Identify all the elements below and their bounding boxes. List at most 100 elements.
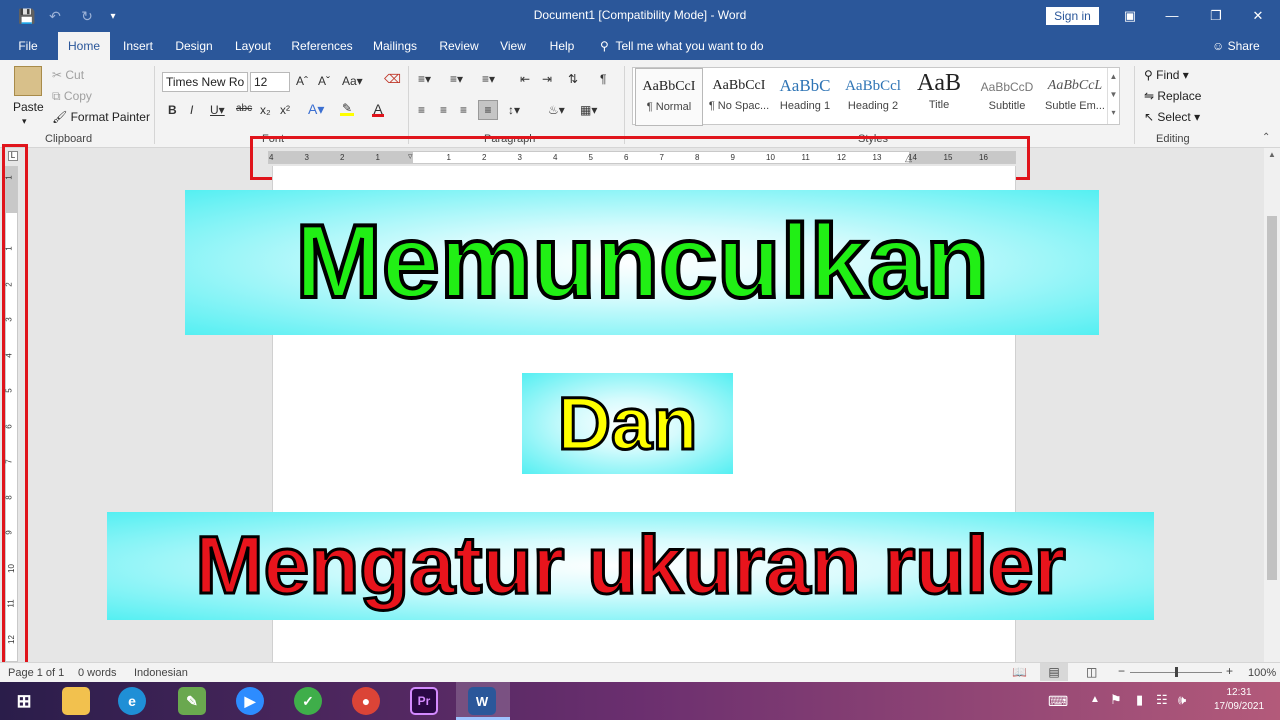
sign-in-button[interactable]: Sign in bbox=[1046, 7, 1099, 25]
page-count[interactable]: Page 1 of 1 bbox=[8, 667, 64, 679]
styles-scroll[interactable]: ▲ ▼ ▾ bbox=[1107, 68, 1119, 124]
italic-icon[interactable]: I bbox=[190, 103, 193, 117]
tab-mailings[interactable]: Mailings bbox=[366, 32, 424, 60]
tab-references[interactable]: References bbox=[286, 32, 358, 60]
vertical-scrollbar[interactable]: ▲ bbox=[1264, 148, 1280, 662]
zoom-in-icon[interactable]: + bbox=[1226, 664, 1233, 678]
format-painter-button[interactable]: 🖌 Format Painter bbox=[52, 110, 150, 124]
highlight-icon[interactable]: ✎ bbox=[340, 101, 354, 116]
chrome-icon[interactable]: ● bbox=[352, 687, 380, 715]
close-icon[interactable]: ✕ bbox=[1246, 6, 1270, 26]
style-heading-1[interactable]: AaBbC Heading 1 bbox=[771, 68, 839, 126]
style-no-spacing[interactable]: AaBbCcI ¶ No Spac... bbox=[705, 68, 773, 126]
keyboard-icon[interactable]: ⌨ bbox=[1048, 693, 1068, 710]
numbering-icon[interactable]: ≡▾ bbox=[450, 72, 463, 86]
superscript-icon[interactable]: x² bbox=[280, 103, 290, 117]
style-name: ¶ No Spac... bbox=[708, 100, 770, 112]
bullets-icon[interactable]: ≡▾ bbox=[418, 72, 431, 86]
edge-icon[interactable]: e bbox=[118, 687, 146, 715]
scroll-up-icon[interactable]: ▲ bbox=[1264, 150, 1280, 159]
align-right-icon[interactable]: ≡ bbox=[460, 103, 467, 117]
zoom-icon[interactable]: ▶ bbox=[236, 687, 264, 715]
clock[interactable]: 12:31 17/09/2021 bbox=[1204, 686, 1274, 714]
style-name: Title bbox=[928, 99, 950, 111]
decrease-indent-icon[interactable]: ⇤ bbox=[520, 72, 530, 86]
word-icon[interactable]: W bbox=[468, 687, 496, 715]
borders-icon[interactable]: ▦▾ bbox=[580, 103, 597, 117]
premiere-icon[interactable]: Pr bbox=[410, 687, 438, 715]
cut-button[interactable]: ✂ Cut bbox=[52, 68, 84, 82]
ribbon-display-icon[interactable]: ▣ bbox=[1118, 6, 1142, 26]
style-subtle-emphasis[interactable]: AaBbCcL Subtle Em... bbox=[1041, 68, 1109, 126]
language[interactable]: Indonesian bbox=[134, 667, 188, 679]
flag-icon[interactable]: ⚑ bbox=[1110, 692, 1122, 708]
windows-start-icon[interactable]: ⊞ bbox=[10, 687, 38, 715]
word-count[interactable]: 0 words bbox=[78, 667, 117, 679]
style-heading-2[interactable]: AaBbCcl Heading 2 bbox=[839, 68, 907, 126]
multilevel-list-icon[interactable]: ≡▾ bbox=[482, 72, 495, 86]
style-title[interactable]: AaB Title bbox=[905, 68, 973, 126]
shading-icon[interactable]: ♨▾ bbox=[548, 103, 565, 117]
style-preview: AaBbCcI bbox=[642, 79, 696, 94]
increase-indent-icon[interactable]: ⇥ bbox=[542, 72, 552, 86]
shrink-font-icon[interactable]: Aˇ bbox=[318, 74, 330, 88]
tab-help[interactable]: Help bbox=[540, 32, 584, 60]
bold-icon[interactable]: B bbox=[168, 103, 177, 117]
copy-button[interactable]: ⧉ Copy bbox=[52, 89, 92, 104]
tell-me-search[interactable]: ⚲ Tell me what you want to do bbox=[600, 39, 764, 53]
align-left-icon[interactable]: ≡ bbox=[418, 103, 425, 117]
battery-icon[interactable]: ▮ bbox=[1136, 692, 1143, 708]
pilcrow-icon[interactable]: ¶ bbox=[600, 72, 606, 86]
replace-button[interactable]: ⇋ Replace bbox=[1144, 89, 1201, 103]
style-preview: AaBbCcI bbox=[712, 78, 766, 93]
collapse-ribbon-icon[interactable]: ⌃ bbox=[1262, 132, 1270, 143]
read-mode-icon[interactable]: 📖 bbox=[1012, 665, 1027, 679]
zoom-level[interactable]: 100% bbox=[1248, 667, 1276, 679]
web-layout-icon[interactable]: ◫ bbox=[1086, 665, 1097, 679]
style-name: Heading 1 bbox=[779, 100, 831, 112]
volume-icon[interactable]: 🕪 bbox=[1178, 692, 1186, 708]
grow-font-icon[interactable]: Aˆ bbox=[296, 74, 308, 88]
network-icon[interactable]: ☷ bbox=[1156, 692, 1168, 708]
tab-review[interactable]: Review bbox=[432, 32, 486, 60]
minimize-icon[interactable]: — bbox=[1160, 6, 1184, 26]
restore-icon[interactable]: ❐ bbox=[1204, 6, 1228, 26]
tab-home[interactable]: Home bbox=[58, 32, 110, 60]
tab-layout[interactable]: Layout bbox=[228, 32, 278, 60]
text-effects-icon[interactable]: A▾ bbox=[308, 101, 324, 118]
style-normal[interactable]: AaBbCcI ¶ Normal bbox=[635, 68, 703, 126]
share-button[interactable]: ☺ Share bbox=[1212, 39, 1260, 53]
clear-formatting-icon[interactable]: ⌫ bbox=[384, 72, 401, 86]
style-subtitle[interactable]: AaBbCcD Subtitle bbox=[973, 68, 1041, 126]
paste-button[interactable]: Paste bbox=[13, 100, 44, 114]
print-layout-icon[interactable]: ▤ bbox=[1040, 663, 1068, 681]
align-center-icon[interactable]: ≡ bbox=[440, 103, 447, 117]
tab-file[interactable]: File bbox=[8, 32, 48, 60]
strikethrough-icon[interactable]: abc bbox=[236, 103, 252, 114]
font-family-select[interactable]: Times New Ro bbox=[162, 72, 248, 92]
zoom-slider-thumb[interactable] bbox=[1175, 667, 1178, 677]
sort-icon[interactable]: ⇅ bbox=[568, 72, 578, 86]
subscript-icon[interactable]: x₂ bbox=[260, 103, 271, 117]
find-button[interactable]: ⚲ Find ▾ bbox=[1144, 68, 1189, 82]
tab-view[interactable]: View bbox=[494, 32, 532, 60]
tab-insert[interactable]: Insert bbox=[116, 32, 160, 60]
font-color-icon[interactable]: A bbox=[372, 101, 384, 117]
zoom-out-icon[interactable]: − bbox=[1118, 664, 1125, 678]
paste-icon[interactable] bbox=[14, 66, 42, 96]
style-name: Subtle Em... bbox=[1045, 100, 1105, 112]
underline-icon[interactable]: U▾ bbox=[210, 103, 225, 117]
tray-chevron-icon[interactable]: ▲ bbox=[1090, 694, 1100, 705]
justify-icon[interactable]: ≡ bbox=[478, 100, 498, 120]
separator bbox=[1134, 66, 1135, 144]
change-case-icon[interactable]: Aa▾ bbox=[342, 74, 363, 88]
paint-icon[interactable]: ✎ bbox=[178, 687, 206, 715]
font-size-select[interactable]: 12 bbox=[250, 72, 290, 92]
select-button[interactable]: ↖ Select ▾ bbox=[1144, 110, 1200, 124]
app-icon[interactable]: ✓ bbox=[294, 687, 322, 715]
line-spacing-icon[interactable]: ↕▾ bbox=[508, 103, 520, 117]
tab-design[interactable]: Design bbox=[168, 32, 220, 60]
file-explorer-icon[interactable] bbox=[62, 687, 90, 715]
scrollbar-thumb[interactable] bbox=[1267, 216, 1277, 580]
chevron-down-icon[interactable]: ▾ bbox=[22, 116, 27, 127]
